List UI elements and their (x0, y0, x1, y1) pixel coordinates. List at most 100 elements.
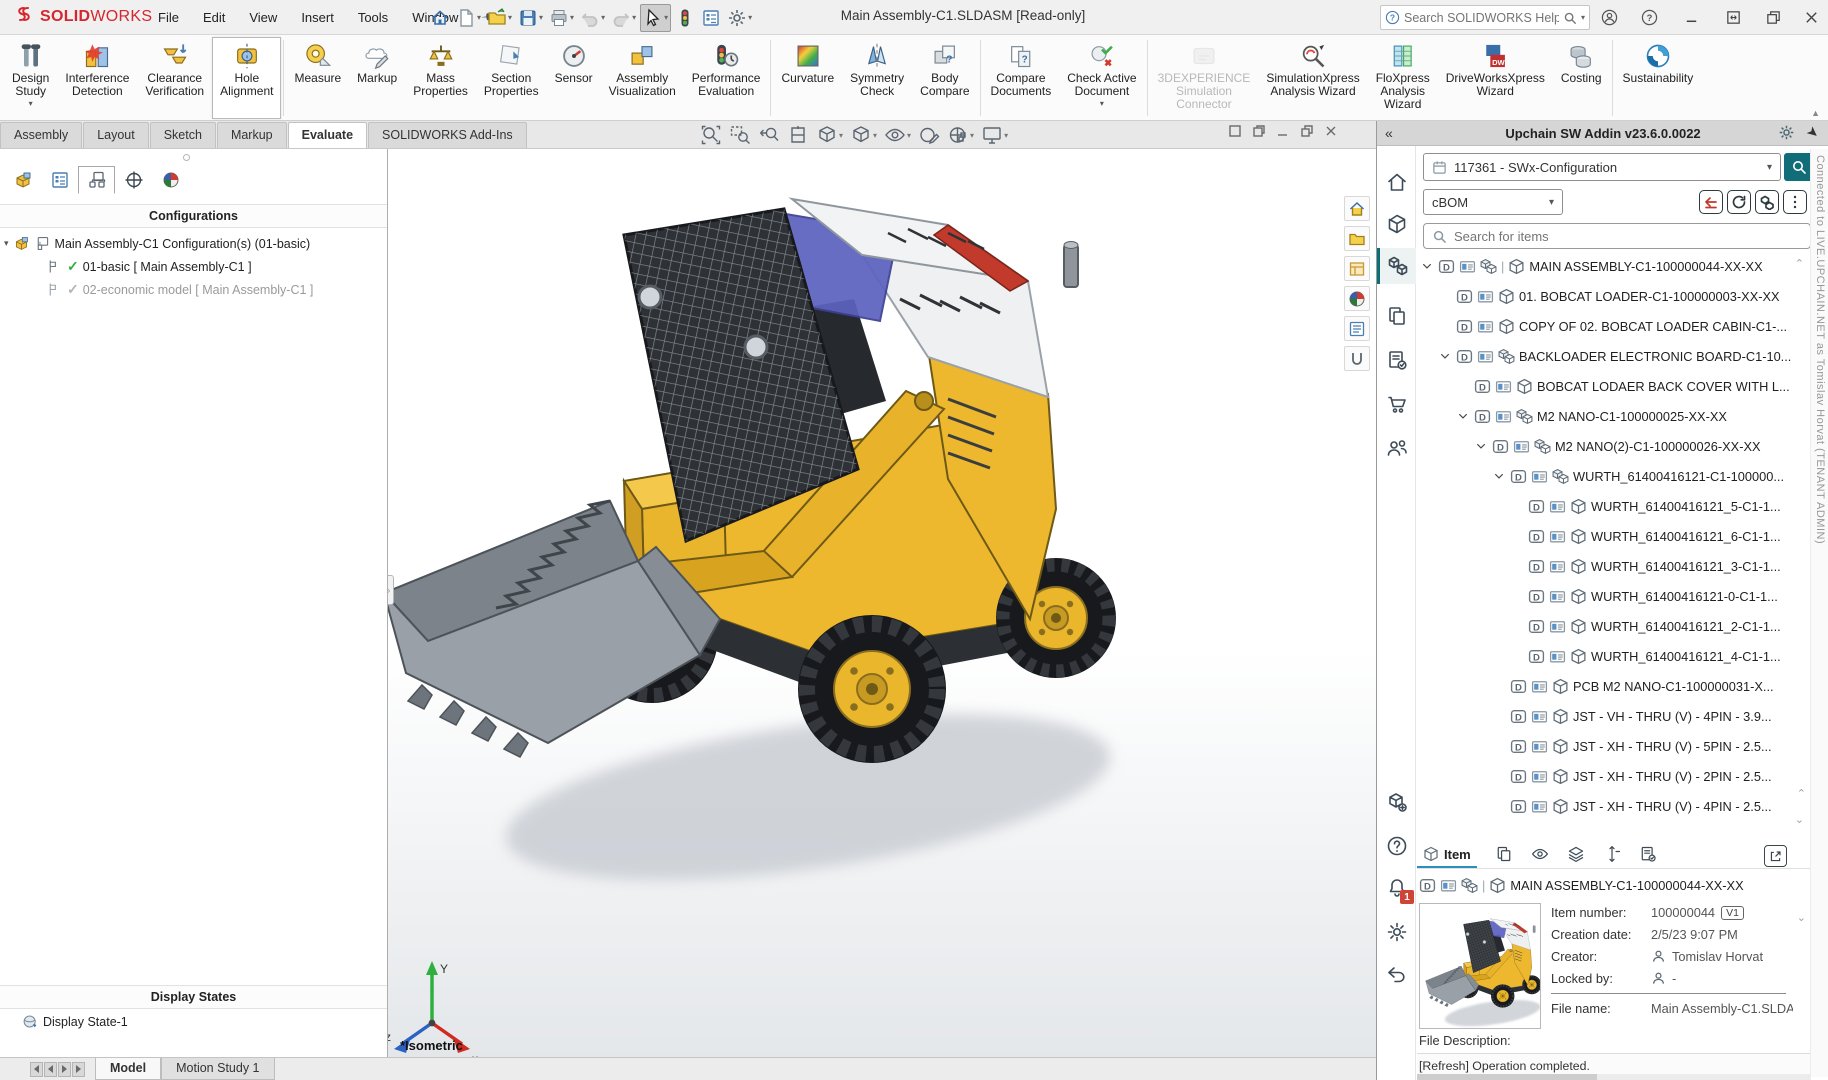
print-button[interactable]: ▾ (547, 5, 576, 31)
tab-assembly[interactable]: Assembly (0, 122, 82, 148)
ribbon-item-body-compare[interactable]: BodyCompare ▾ (912, 37, 977, 119)
ribbon-item-check-active-document[interactable]: Check ActiveDocument ▾ (1059, 37, 1144, 119)
next-tab-button[interactable] (58, 1062, 71, 1077)
user-account-button[interactable] (1594, 4, 1624, 30)
new-document-button[interactable]: ▾ (454, 5, 483, 31)
rail-notifications-icon[interactable]: 1 (1377, 870, 1416, 906)
details-tab-documents-icon[interactable] (1639, 845, 1657, 866)
ribbon-item-floxpress-analysis-wizard[interactable]: FloXpressAnalysisWizard ▾ (1368, 37, 1438, 119)
bom-item-main-assembly-c1-100000044-xx-xx[interactable]: | MAIN ASSEMBLY-C1-100000044-XX-XX (1417, 251, 1811, 281)
ribbon-item-measure[interactable]: Measure ▾ (286, 37, 349, 119)
display-style-button[interactable]: ▾ (850, 124, 877, 146)
search-scope-caret-icon[interactable]: ▾ (1581, 13, 1585, 22)
previous-tab-button[interactable] (44, 1062, 57, 1077)
zoom-to-area-button[interactable] (729, 124, 751, 146)
custom-properties-icon[interactable] (1344, 346, 1370, 371)
edit-appearance-button[interactable] (918, 124, 940, 146)
bom-item-m2-nano-2-c1-100000026-xx-xx[interactable]: | M2 NANO(2)-C1-100000026-XX-XX (1417, 431, 1811, 461)
ribbon-item-interference-detection[interactable]: InterferenceDetection ▾ (57, 37, 137, 119)
bom-item-pcb-m2-nano-c1-100000031-x[interactable]: | PCB M2 NANO-C1-100000031-X... (1417, 671, 1811, 701)
file-properties-button[interactable] (699, 5, 723, 31)
dimxpertmanager-tab[interactable] (115, 166, 152, 194)
bom-item-bobcat-lodaer-back-cover-with-l[interactable]: | BOBCAT LODAER BACK COVER WITH L... (1417, 371, 1811, 401)
ribbon-item-sensor[interactable]: Sensor ▾ (547, 37, 601, 119)
menu-file[interactable]: File (148, 6, 189, 29)
rail-back-icon[interactable] (1377, 956, 1416, 992)
menu-tools[interactable]: Tools (348, 6, 398, 29)
bom-item-wurth-61400416121-5-c1-1[interactable]: | WURTH_61400416121_5-C1-1... (1417, 491, 1811, 521)
select-tool-button[interactable]: ▾ (640, 4, 671, 32)
item-search-box[interactable] (1423, 223, 1811, 249)
propertymanager-tab[interactable] (41, 166, 78, 194)
minimize-window-button[interactable] (1676, 4, 1706, 30)
ribbon-item-compare-documents[interactable]: CompareDocuments ▾ (983, 37, 1060, 119)
display-state-row[interactable]: Display State-1 (22, 1013, 128, 1030)
details-tab-item[interactable]: Item (1417, 843, 1477, 868)
tab-sketch[interactable]: Sketch (150, 122, 216, 148)
view-orientation-button[interactable]: ▾ (816, 124, 843, 146)
doc-restore-up-icon[interactable] (1228, 124, 1242, 141)
rail-settings-icon[interactable] (1377, 914, 1416, 950)
rail-part-icon[interactable] (1377, 206, 1416, 242)
bom-item-wurth-61400416121-4-c1-1[interactable]: | WURTH_61400416121_4-C1-1... (1417, 641, 1811, 671)
doc-close-icon[interactable] (1324, 124, 1338, 141)
bom-item-wurth-61400416121-6-c1-1[interactable]: | WURTH_61400416121_6-C1-1... (1417, 521, 1811, 551)
ribbon-item-sustainability[interactable]: Sustainability ▾ (1615, 37, 1702, 119)
ribbon-item-driveworksxpress-wizard[interactable]: DriveWorksXpressWizard ▾ (1438, 37, 1553, 119)
open-document-button[interactable]: ▾ (485, 5, 514, 31)
tree-expand-icon[interactable] (1491, 470, 1506, 482)
undo-button[interactable]: ▾ (578, 5, 607, 31)
tab-evaluate[interactable]: Evaluate (288, 122, 367, 148)
design-library-icon[interactable] (1344, 226, 1370, 251)
rail-help-icon[interactable] (1377, 828, 1416, 864)
ribbon-item-simulationxpress-analysis-wizard[interactable]: SimulationXpressAnalysis Wizard ▾ (1258, 37, 1367, 119)
apply-scene-button[interactable]: ▾ (947, 124, 974, 146)
details-tab-layers-icon[interactable] (1567, 845, 1585, 866)
ribbon-item-design-study[interactable]: DesignStudy ▾ (4, 37, 57, 119)
ribbon-item-costing[interactable]: Costing ▾ (1553, 37, 1610, 119)
doc-new-window-icon[interactable] (1252, 124, 1266, 141)
ribbon-item-performance-evaluation[interactable]: PerformanceEvaluation ▾ (684, 37, 769, 119)
menu-insert[interactable]: Insert (291, 6, 344, 29)
rail-users-icon[interactable] (1377, 430, 1416, 466)
item-search-input[interactable] (1454, 229, 1802, 244)
config-item-01-basic[interactable]: ✓ 01-basic [ Main Assembly-C1 ] (46, 258, 252, 275)
expand-arrow-icon[interactable]: ▾ (4, 238, 9, 249)
menu-edit[interactable]: Edit (193, 6, 235, 29)
bom-item-wurth-61400416121-2-c1-1[interactable]: | WURTH_61400416121_2-C1-1... (1417, 611, 1811, 641)
bom-view-selector[interactable]: cBOM ▾ (1423, 189, 1563, 215)
file-explorer-icon[interactable] (1344, 256, 1370, 281)
bom-item-01-bobcat-loader-c1-100000003-xx-xx[interactable]: | 01. BOBCAT LOADER-C1-100000003-XX-XX (1417, 281, 1811, 311)
ribbon-item-caret-icon[interactable]: ▾ (1100, 100, 1104, 108)
rail-documents-icon[interactable] (1377, 298, 1416, 334)
resize-window-button[interactable] (1718, 4, 1748, 30)
ribbon-item-hole-alignment[interactable]: HoleAlignment ▾ (212, 37, 281, 119)
panel-splitter-dot[interactable] (183, 154, 190, 161)
collapse-panel-icon[interactable]: « (1385, 125, 1393, 141)
close-window-button[interactable] (1796, 4, 1826, 30)
rail-cad-settings-icon[interactable] (1377, 784, 1416, 820)
graphics-viewport[interactable]: Y z x *Isometric ‹› (388, 149, 1376, 1057)
ribbon-item-clearance-verification[interactable]: ClearanceVerification ▾ (137, 37, 212, 119)
bom-item-wurth-61400416121-3-c1-1[interactable]: | WURTH_61400416121_3-C1-1... (1417, 551, 1811, 581)
zoom-to-fit-button[interactable] (700, 124, 722, 146)
details-tab-visibility-icon[interactable] (1531, 845, 1549, 866)
home-button[interactable] (428, 5, 452, 31)
bom-item-jst-vh-thru-v-4pin-3-9[interactable]: | JST - VH - THRU (V) - 4PIN - 3.9... (1417, 701, 1811, 731)
scroll-down-icon[interactable]: ⌄ (1795, 813, 1804, 826)
details-scroll-down-icon[interactable]: ⌄ (1797, 911, 1806, 924)
tab-markup[interactable]: Markup (217, 122, 287, 148)
rebuild-traffic-light-icon[interactable] (673, 5, 697, 31)
help-button[interactable]: ? (1634, 4, 1664, 30)
go-back-button[interactable] (1699, 190, 1723, 214)
ribbon-item-3dexperience-simulation-connector[interactable]: 3DEXPERIENCESimulationConnector ▾ (1150, 37, 1259, 119)
panel-settings-gear-icon[interactable] (1778, 124, 1795, 144)
bom-item-jst-xh-thru-v-4pin-2-5[interactable]: | JST - XH - THRU (V) - 4PIN - 2.5... (1417, 791, 1811, 821)
rail-home-icon[interactable] (1377, 164, 1416, 200)
open-in-browser-button[interactable] (1764, 845, 1787, 867)
horizontal-scrollbar[interactable] (1417, 1074, 1811, 1080)
help-search-input[interactable] (1404, 11, 1559, 25)
rail-tasks-icon[interactable] (1377, 342, 1416, 378)
first-tab-button[interactable] (30, 1062, 43, 1077)
view-settings-button[interactable]: ▾ (981, 124, 1008, 146)
